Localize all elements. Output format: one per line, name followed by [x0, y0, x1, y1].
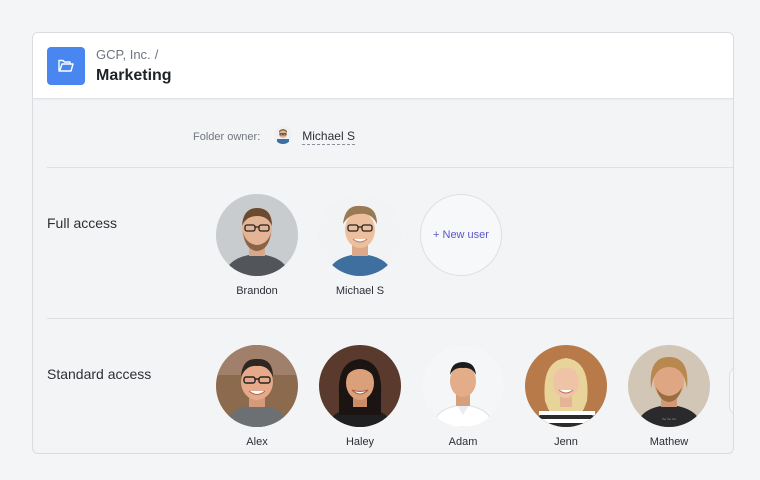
user-jenn[interactable]: Jenn [523, 345, 609, 448]
breadcrumb-separator: / [154, 47, 159, 62]
user-haley[interactable]: Haley [317, 345, 403, 448]
user-name: Adam [448, 436, 478, 448]
folder-owner-label: Folder owner: [193, 131, 261, 143]
standard-access-label: Standard access [47, 366, 152, 382]
full-access-label: Full access [47, 215, 118, 231]
page-title: Marketing [96, 67, 172, 84]
folder-owner-row: Folder owner: Michael S [193, 125, 355, 149]
user-name: Haley [345, 436, 375, 448]
section-divider [47, 318, 733, 319]
user-name: Michael S [335, 285, 385, 297]
user-name: Jenn [554, 436, 578, 448]
avatar [319, 194, 401, 276]
user-alex[interactable]: Alex [214, 345, 300, 448]
avatar: ~~~ [628, 345, 710, 427]
folder-permissions-card: GCP, Inc. / Marketing Folder owner: Micha… [32, 32, 734, 454]
new-user-label: + New user [433, 229, 489, 241]
svg-text:~~~: ~~~ [661, 416, 676, 423]
user-name: Alex [246, 436, 268, 448]
section-divider [47, 167, 733, 168]
breadcrumb: GCP, Inc. / [96, 47, 158, 62]
user-adam[interactable]: Adam [420, 345, 506, 448]
user-mathew[interactable]: ~~~ Mathew [626, 345, 712, 448]
avatar [525, 345, 607, 427]
new-user-button[interactable]: + New user [420, 194, 502, 276]
user-name: Brandon [236, 285, 278, 297]
avatar [319, 345, 401, 427]
user-name: Mathew [649, 436, 689, 448]
breadcrumb-org-link[interactable]: GCP, Inc. [96, 47, 151, 62]
avatar [216, 194, 298, 276]
folder-owner-name[interactable]: Michael S [302, 129, 355, 145]
avatar [216, 345, 298, 427]
avatar [422, 345, 504, 427]
folder-owner-avatar[interactable] [274, 125, 293, 149]
user-brandon[interactable]: Brandon [214, 194, 300, 297]
scroll-more-users[interactable] [729, 366, 733, 416]
folder-header: GCP, Inc. / Marketing [33, 33, 733, 99]
user-michael-s[interactable]: Michael S [317, 194, 403, 297]
folder-icon[interactable] [47, 47, 85, 85]
